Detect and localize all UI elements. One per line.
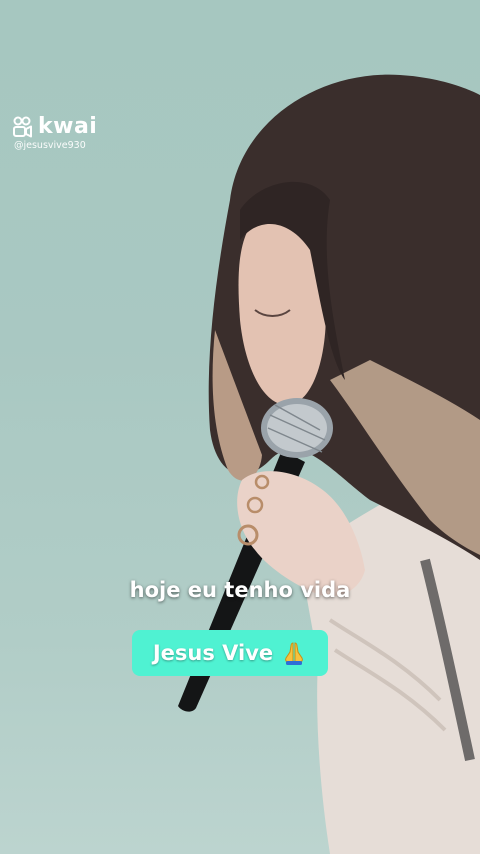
kwai-logo-icon — [13, 116, 32, 138]
kwai-brand-text: kwai — [38, 114, 98, 139]
praying-hands-icon — [285, 642, 304, 665]
video-caption: hoje eu tenho vida — [129, 578, 351, 602]
creator-handle: @jesusvive930 — [14, 140, 86, 151]
jesus-vive-badge: Jesus Vive — [132, 630, 328, 676]
badge-label: Jesus Vive — [152, 641, 274, 665]
video-frame[interactable]: kwai @jesusvive930 hoje eu tenho vida Je… — [0, 0, 480, 854]
kwai-watermark: kwai @jesusvive930 — [12, 116, 97, 151]
